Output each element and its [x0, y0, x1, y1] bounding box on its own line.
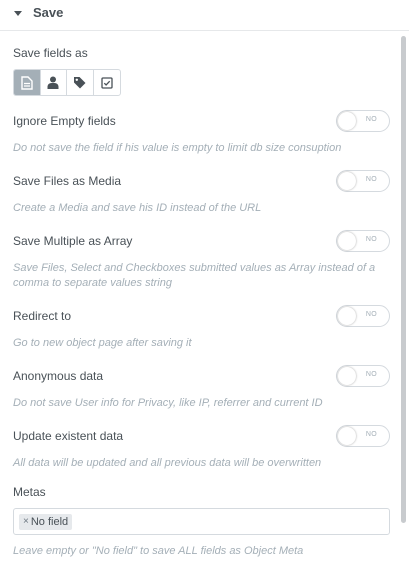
update-existent-data-label: Update existent data — [13, 429, 124, 443]
metas-select-input[interactable]: × No field — [13, 508, 390, 535]
anonymous-data-toggle[interactable]: NO — [336, 365, 390, 387]
choice-tag[interactable] — [67, 70, 94, 95]
save-files-as-media-description: Create a Media and save his ID instead o… — [13, 202, 262, 214]
toggle-state: NO — [365, 236, 377, 243]
toggle-knob — [338, 232, 356, 250]
toggle-state: NO — [365, 311, 377, 318]
remove-tag-button[interactable]: × — [23, 514, 29, 530]
metas-description: Leave empty or "No field" to save ALL fi… — [13, 545, 304, 557]
toggle-state: NO — [365, 431, 377, 438]
metas-tag-label: No field — [30, 516, 69, 528]
redirect-to-toggle[interactable]: NO — [336, 305, 390, 327]
user-icon — [47, 76, 59, 89]
save-multiple-as-array-description: Save Files, Select and Checkboxes submit… — [13, 262, 376, 289]
section-title: Save — [33, 5, 64, 20]
toggle-knob — [338, 307, 356, 325]
save-multiple-as-array-toggle[interactable]: NO — [336, 230, 390, 252]
metas-label: Metas — [13, 485, 46, 499]
redirect-to-description: Go to new object page after saving it — [13, 337, 192, 349]
toggle-state: NO — [365, 371, 377, 378]
choice-document[interactable] — [14, 70, 41, 95]
ignore-empty-fields-description: Do not save the field if his value is em… — [13, 142, 342, 154]
scrollbar[interactable] — [401, 36, 406, 523]
caret-down-icon — [14, 11, 22, 16]
tag-icon — [74, 77, 86, 89]
toggle-knob — [338, 112, 356, 130]
save-fields-as-choices — [13, 69, 121, 96]
choice-user[interactable] — [41, 70, 67, 95]
save-files-as-media-toggle[interactable]: NO — [336, 170, 390, 192]
toggle-knob — [338, 172, 356, 190]
update-existent-data-toggle[interactable]: NO — [336, 425, 390, 447]
save-fields-as-label: Save fields as — [13, 46, 88, 60]
checkbox-icon — [101, 76, 113, 89]
metas-tag: × No field — [19, 514, 73, 530]
toggle-state: NO — [365, 176, 377, 183]
section-header-save[interactable]: Save — [0, 0, 409, 31]
ignore-empty-fields-toggle[interactable]: NO — [336, 110, 390, 132]
toggle-knob — [338, 367, 356, 385]
anonymous-data-label: Anonymous data — [13, 369, 104, 383]
save-multiple-as-array-label: Save Multiple as Array — [13, 234, 133, 248]
anonymous-data-description: Do not save User info for Privacy, like … — [13, 397, 323, 409]
document-icon — [21, 75, 33, 90]
toggle-state: NO — [365, 116, 377, 123]
choice-checkbox[interactable] — [94, 70, 120, 95]
toggle-knob — [338, 427, 356, 445]
update-existent-data-description: All data will be updated and all previou… — [13, 457, 322, 469]
redirect-to-label: Redirect to — [13, 309, 72, 323]
ignore-empty-fields-label: Ignore Empty fields — [13, 114, 116, 128]
save-files-as-media-label: Save Files as Media — [13, 174, 122, 188]
